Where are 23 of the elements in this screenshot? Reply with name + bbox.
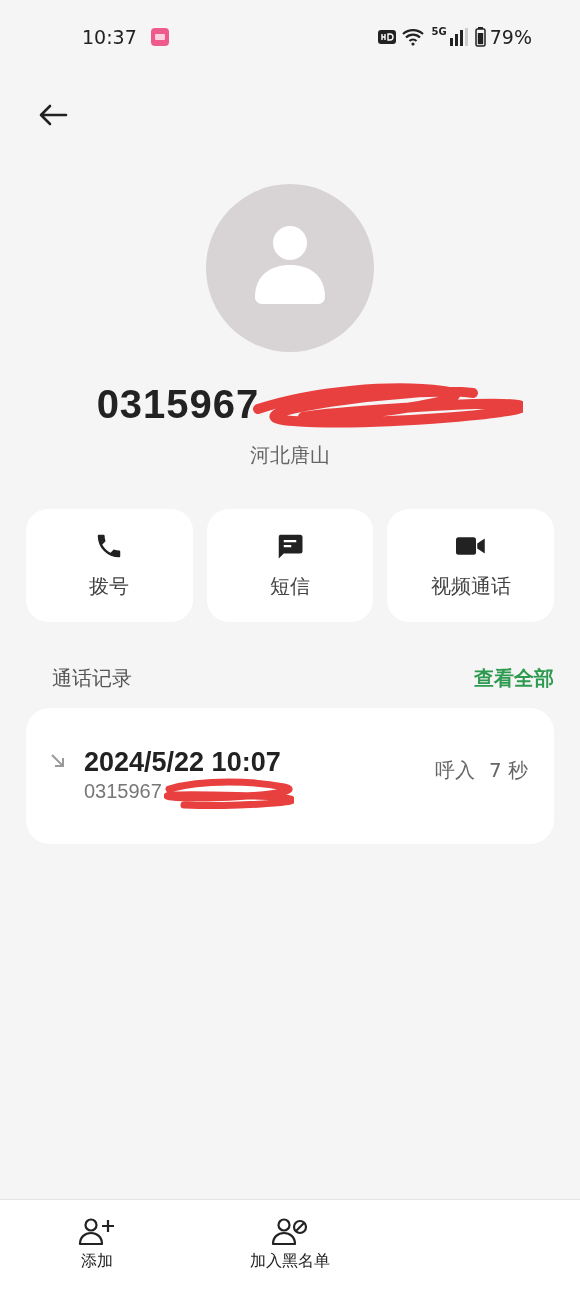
add-contact-icon bbox=[77, 1217, 116, 1247]
bottom-action-button[interactable]: 加入黑名单 bbox=[193, 1200, 387, 1289]
location: 河北唐山 bbox=[249, 442, 331, 469]
bottom-action-button[interactable]: 添加 bbox=[0, 1200, 194, 1289]
block-contact-icon bbox=[271, 1217, 309, 1247]
wifi-icon bbox=[401, 28, 426, 46]
action-button[interactable]: 短信 bbox=[206, 509, 374, 622]
phone-number: 0315967 bbox=[96, 381, 260, 427]
call-number: 0315967 bbox=[84, 780, 162, 803]
battery-icon bbox=[474, 27, 486, 47]
network-label: 5G bbox=[431, 26, 447, 37]
action-button[interactable]: 视频通话 bbox=[387, 509, 554, 622]
call-duration: 7 秒 bbox=[488, 756, 528, 784]
signal-icon bbox=[448, 28, 469, 46]
battery-percent: 79% bbox=[489, 26, 532, 48]
incoming-arrow-icon bbox=[50, 752, 66, 769]
hd-icon bbox=[377, 30, 396, 44]
app-notification-icon bbox=[150, 28, 169, 46]
status-time: 10:37 bbox=[82, 26, 137, 48]
call-datetime: 2024/5/22 10:07 bbox=[84, 746, 282, 778]
section-title: 通话记录 bbox=[52, 664, 132, 692]
action-button[interactable]: 拨号 bbox=[26, 509, 193, 622]
call-type: 呼入 bbox=[434, 756, 475, 784]
